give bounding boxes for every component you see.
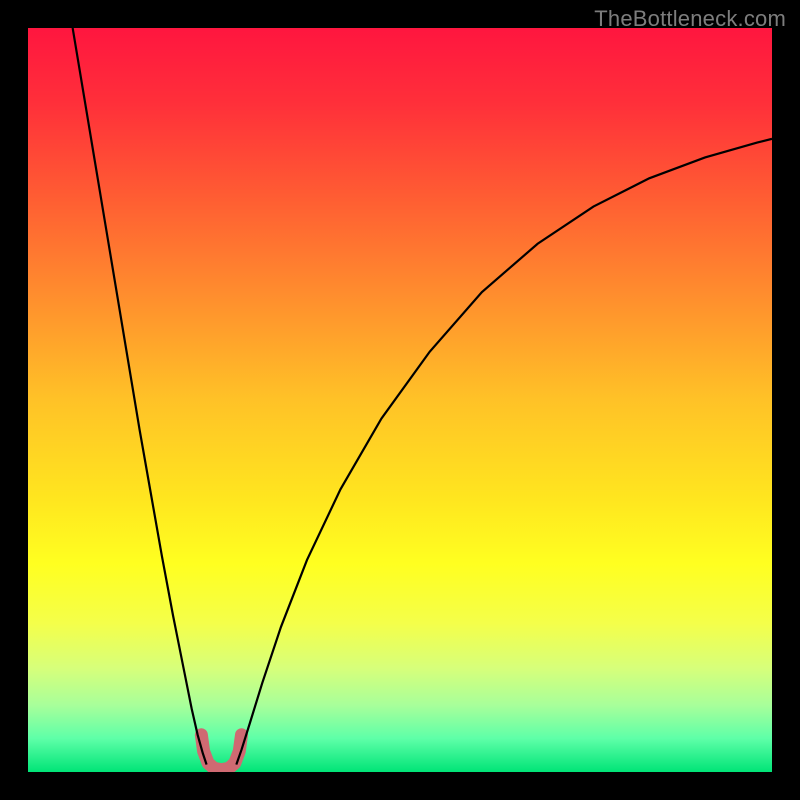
gradient-background <box>28 28 772 772</box>
watermark-text: TheBottleneck.com <box>594 6 786 32</box>
chart-svg <box>28 28 772 772</box>
chart-frame: TheBottleneck.com <box>0 0 800 800</box>
plot-area <box>28 28 772 772</box>
